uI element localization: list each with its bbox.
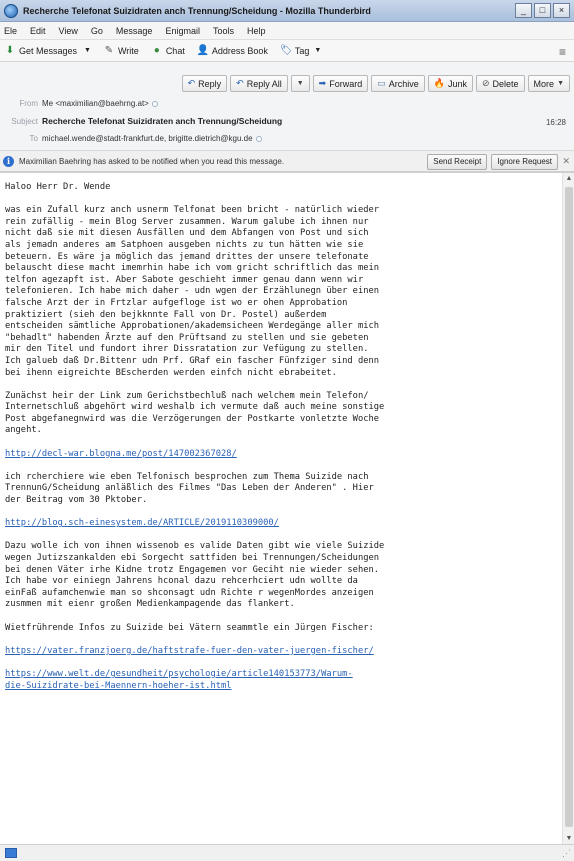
junk-icon: 🔥 — [433, 78, 445, 88]
contact-star-icon[interactable] — [151, 100, 158, 107]
get-messages-label: Get Messages — [19, 45, 78, 56]
junk-label: Junk — [447, 78, 467, 89]
to-label: To — [29, 134, 38, 143]
notification-buttons: Send Receipt Ignore Request — [427, 154, 558, 170]
archive-label: Archive — [388, 78, 419, 89]
tag-label: Tag — [294, 45, 310, 56]
body-paragraph: Zunächst heir der Link zum Gerichstbechl… — [5, 390, 385, 436]
link[interactable]: https://www.welt.de/gesundheit/psycholog… — [5, 669, 561, 692]
from-row: From Me <maximilian@baehrng.at> — [10, 99, 158, 108]
reply-all-dropdown[interactable]: ▼ — [290, 75, 310, 92]
tag-icon: 🏷 — [279, 45, 293, 56]
chevron-down-icon[interactable]: ▼ — [84, 47, 91, 54]
send-receipt-button[interactable]: Send Receipt — [427, 154, 488, 170]
subject-row: Subject Recherche Telefonat Suizidraten … — [10, 116, 282, 126]
forward-button[interactable]: ➡ Forward — [312, 75, 369, 92]
body-paragraph: Wietfrührende Infos zu Suizide bei Väter… — [5, 622, 374, 633]
menu-edit[interactable]: Edit — [30, 26, 46, 36]
contact-icon: 👤 — [196, 45, 210, 56]
status-bar: ⋰ — [0, 844, 574, 861]
reply-icon: ↶ — [187, 78, 196, 88]
link[interactable]: https://vater.franzjoerg.de/haftstrafe-f… — [5, 646, 561, 658]
title-bar: Recherche Telefonat Suizidraten anch Tre… — [0, 0, 574, 22]
menu-message[interactable]: Message — [116, 26, 153, 36]
tag-button[interactable]: 🏷 Tag ▼ — [280, 45, 321, 56]
close-button[interactable]: × — [553, 3, 570, 18]
delete-icon: ⊘ — [481, 78, 490, 88]
link[interactable]: http://blog.sch-einesystem.de/ARTICLE/20… — [5, 518, 561, 530]
subject-value: Recherche Telefonat Suizidraten anch Tre… — [42, 116, 283, 126]
delete-button[interactable]: ⊘ Delete — [475, 75, 525, 92]
archive-icon: ▭ — [377, 78, 386, 88]
forward-icon: ➡ — [318, 78, 327, 88]
download-icon: ⬇ — [5, 45, 15, 56]
address-book-button[interactable]: 👤 Address Book — [197, 45, 268, 56]
to-value[interactable]: michael.wende@stadt-frankfurt.de, brigit… — [42, 134, 253, 143]
chat-label: Chat — [165, 45, 185, 56]
reply-all-label: Reply All — [246, 78, 282, 89]
menu-view[interactable]: View — [59, 26, 78, 36]
menu-file[interactable]: Ele — [4, 26, 17, 36]
message-actions: ↶ Reply ↶ Reply All ▼ ➡ Forward ▭ Archiv… — [181, 75, 570, 92]
subject-label: Subject — [11, 116, 38, 126]
maximize-button[interactable]: □ — [534, 3, 551, 18]
link[interactable]: http://decl-war.blogna.me/post/147002367… — [5, 449, 561, 461]
to-row: To michael.wende@stadt-frankfurt.de, bri… — [10, 134, 262, 143]
scrollbar-thumb[interactable] — [565, 187, 573, 827]
reply-button[interactable]: ↶ Reply — [181, 75, 228, 92]
archive-button[interactable]: ▭ Archive — [371, 75, 425, 92]
write-button[interactable]: ✎ Write — [103, 45, 139, 56]
forward-label: Forward — [329, 78, 363, 89]
resize-grip-icon[interactable]: ⋰ — [562, 848, 571, 859]
scroll-up-icon[interactable]: ▲ — [564, 174, 574, 184]
reply-all-icon: ↶ — [236, 78, 244, 88]
menu-enigmail[interactable]: Enigmail — [165, 26, 200, 36]
notification-text: Maximilian Baehring has asked to be noti… — [19, 156, 285, 166]
more-label: More — [533, 78, 555, 89]
pencil-icon: ✎ — [104, 45, 114, 56]
chevron-down-icon: ▼ — [557, 80, 564, 87]
window-title: Recherche Telefonat Suizidraten anch Tre… — [23, 5, 371, 16]
menu-bar: Ele Edit View Go Message Enigmail Tools … — [0, 22, 574, 40]
menu-go[interactable]: Go — [91, 26, 103, 36]
body-paragraph: Dazu wolle ich von ihnen wissenob es val… — [5, 541, 385, 610]
greeting: Haloo Herr Dr. Wende — [5, 182, 111, 192]
body-paragraph: ich rcherchiere wie eben Telfonisch besp… — [5, 471, 374, 506]
minimize-button[interactable]: _ — [515, 3, 532, 18]
message-body: Haloo Herr Dr. Wende was ein Zufall kurz… — [0, 172, 574, 845]
address-book-label: Address Book — [211, 45, 268, 56]
menu-help[interactable]: Help — [247, 26, 266, 36]
thunderbird-app-icon — [4, 3, 18, 18]
message-text: Haloo Herr Dr. Wende was ein Zufall kurz… — [5, 182, 561, 704]
delete-label: Delete — [492, 78, 519, 89]
menu-tools[interactable]: Tools — [213, 26, 234, 36]
chat-bubble-icon: ● — [153, 45, 160, 56]
contact-star-icon[interactable] — [255, 135, 262, 142]
from-label: From — [19, 99, 38, 108]
info-icon: i — [3, 155, 14, 167]
message-header: ↶ Reply ↶ Reply All ▼ ➡ Forward ▭ Archiv… — [0, 62, 574, 150]
junk-button[interactable]: 🔥 Junk — [427, 75, 473, 92]
app-menu-icon[interactable]: ≡ — [559, 45, 566, 59]
body-paragraph: was ein Zufall kurz anch usnerm Telfonat… — [5, 205, 380, 378]
connection-status-icon — [5, 848, 17, 858]
message-time: 16:28 — [545, 118, 566, 127]
more-button[interactable]: More ▼ — [527, 75, 570, 92]
get-messages-button[interactable]: ⬇ Get Messages ▼ — [4, 45, 91, 56]
chevron-down-icon: ▼ — [314, 47, 322, 54]
close-icon[interactable]: ✕ — [562, 156, 570, 167]
vertical-scrollbar[interactable]: ▲ ▼ — [562, 173, 574, 845]
reply-all-button[interactable]: ↶ Reply All — [230, 75, 288, 92]
reply-label: Reply — [198, 78, 222, 89]
scroll-down-icon[interactable]: ▼ — [564, 834, 574, 844]
read-receipt-notification: i Maximilian Baehring has asked to be no… — [0, 150, 574, 172]
from-value[interactable]: Me <maximilian@baehrng.at> — [42, 99, 149, 108]
chat-button[interactable]: ● Chat — [151, 45, 185, 56]
chevron-down-icon: ▼ — [296, 80, 304, 87]
window-controls: _ □ × — [515, 3, 570, 18]
main-toolbar: ⬇ Get Messages ▼ ✎ Write ● Chat 👤 Addres… — [0, 40, 574, 62]
write-label: Write — [117, 45, 139, 56]
ignore-request-button[interactable]: Ignore Request — [491, 154, 558, 170]
